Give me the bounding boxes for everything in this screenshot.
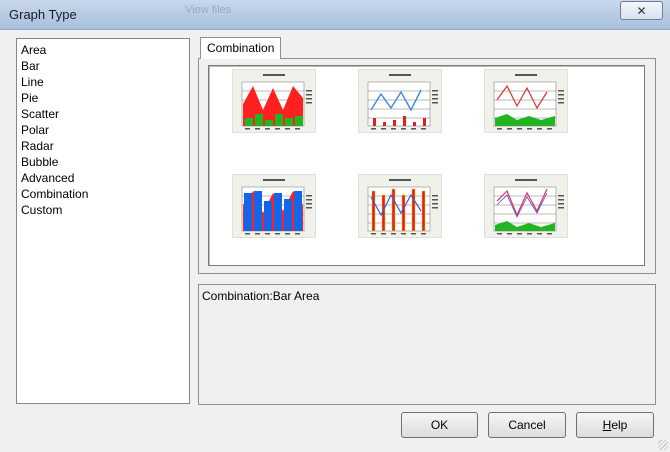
list-item-pie[interactable]: Pie	[19, 90, 187, 106]
list-item-bar[interactable]: Bar	[19, 58, 187, 74]
thumbnail-bar-line-combo[interactable]	[358, 174, 442, 238]
resize-grip[interactable]	[658, 440, 668, 450]
list-item-combination[interactable]: Combination	[19, 186, 187, 202]
list-item-custom[interactable]: Custom	[19, 202, 187, 218]
thumbnail-gallery	[208, 65, 645, 266]
tab-panel	[198, 58, 656, 274]
tab-combination[interactable]: Combination	[200, 37, 282, 59]
list-item-radar[interactable]: Radar	[19, 138, 187, 154]
thumbnail-bar-area-combo[interactable]	[232, 174, 316, 238]
ok-button[interactable]: OK	[401, 412, 478, 438]
graph-type-list[interactable]: Area Bar Line Pie Scatter Polar Radar Bubble Adv…	[16, 38, 190, 404]
close-icon: ✕	[636, 3, 647, 18]
help-label-rest: elp	[611, 418, 628, 432]
close-button[interactable]: ✕	[620, 1, 663, 20]
help-mnemonic: H	[602, 418, 612, 432]
thumbnail-line-bar-combo[interactable]	[358, 69, 442, 133]
help-button[interactable]: Help	[576, 412, 654, 438]
background-window-text: View files	[185, 4, 232, 16]
description-text: Combination:Bar Area	[202, 289, 320, 303]
window-title: Graph Type	[9, 7, 77, 22]
thumbnail-area-bar-combo[interactable]	[232, 69, 316, 133]
list-item-area[interactable]: Area	[19, 42, 187, 58]
list-item-line[interactable]: Line	[19, 74, 187, 90]
thumbnail-line-area-blue-combo[interactable]	[484, 174, 568, 238]
list-item-polar[interactable]: Polar	[19, 122, 187, 138]
thumbnail-line-area-combo[interactable]	[484, 69, 568, 133]
list-item-advanced[interactable]: Advanced	[19, 170, 187, 186]
list-item-scatter[interactable]: Scatter	[19, 106, 187, 122]
title-bar: Graph Type View files ✕	[0, 0, 670, 30]
list-item-bubble[interactable]: Bubble	[19, 154, 187, 170]
description-panel: Combination:Bar Area	[198, 284, 656, 405]
cancel-button[interactable]: Cancel	[488, 412, 566, 438]
